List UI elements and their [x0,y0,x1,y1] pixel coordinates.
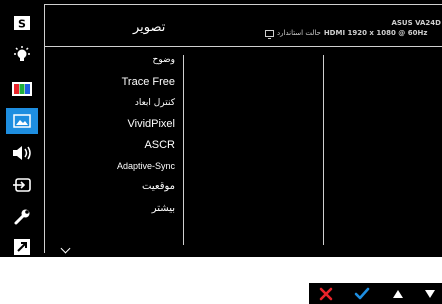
confirm-button[interactable] [347,283,377,304]
splendid-icon[interactable]: S [8,10,36,36]
status-row: حالت استاندارد HDMI 1920 x 1080 @ 60Hz [265,29,428,39]
settings-panel: تصویر ASUS VA24D حالت استاندارد HDMI 192… [44,4,442,254]
down-arrow-icon [425,289,435,298]
header: تصویر ASUS VA24D حالت استاندارد HDMI 192… [45,5,442,47]
chevron-down-icon[interactable] [60,243,71,254]
menu-item-sharpness[interactable]: وضوح [153,55,175,65]
signal-text: HDMI 1920 x 1080 @ 60Hz [323,29,428,37]
input-select-icon[interactable] [8,172,36,198]
menu-list: وضوح Trace Free کنترل ابعاد VividPixel A… [45,47,183,254]
eye-care-icon[interactable] [8,42,36,68]
close-icon [319,287,333,300]
up-button[interactable] [383,283,413,304]
menu-item-vividpixel[interactable]: VividPixel [128,118,176,130]
sidebar: S [4,4,40,255]
column-divider [183,55,184,245]
menu-item-more[interactable]: بیشتر [152,203,175,214]
mode-text: حالت استاندارد [277,29,321,37]
column-divider [323,55,324,245]
color-icon[interactable] [8,76,36,102]
menu-item-ascr[interactable]: ASCR [144,139,175,151]
menu-item-adaptive-sync[interactable]: Adaptive-Sync [117,161,175,171]
system-setup-icon[interactable] [8,204,36,230]
menu-item-position[interactable]: موقعیت [142,181,175,192]
model-info: ASUS VA24D [391,18,441,29]
model-name: ASUS VA24D [391,19,441,27]
up-arrow-icon [393,289,403,298]
check-icon [354,287,370,299]
down-button[interactable] [415,283,442,304]
sound-icon[interactable] [8,140,36,166]
navigation-bar [309,283,442,304]
image-icon[interactable] [6,108,38,134]
menu-item-trace-free[interactable]: Trace Free [122,76,175,88]
shortcut-icon[interactable] [8,234,36,260]
close-button[interactable] [311,283,341,304]
osd-menu: S تصویر ASUS VA24D حالت استاندارد HDMI 1… [0,0,442,257]
page-title: تصویر [133,20,166,35]
splendid-glyph: S [18,18,26,31]
monitor-icon [265,29,274,39]
menu-item-aspect-control[interactable]: کنترل ابعاد [135,98,175,108]
